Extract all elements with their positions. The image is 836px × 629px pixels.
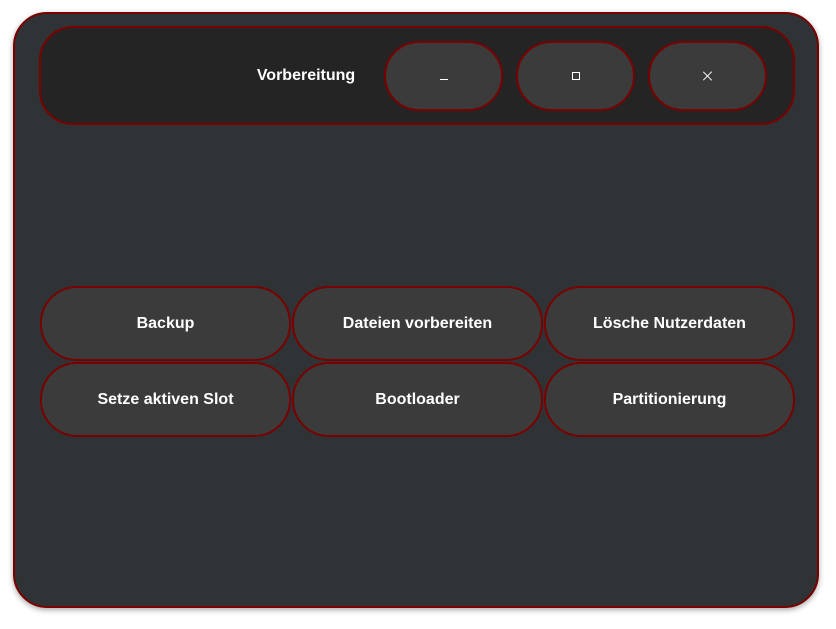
backup-button[interactable]: Backup [40,286,291,361]
set-active-slot-button[interactable]: Setze aktiven Slot [40,362,291,437]
close-button[interactable] [648,41,767,111]
title-bar: Vorbereitung [39,26,795,125]
maximize-icon [571,72,580,80]
bootloader-button[interactable]: Bootloader [292,362,543,437]
maximize-button[interactable] [516,41,635,111]
minimize-button[interactable] [384,41,503,111]
delete-user-data-button[interactable]: Lösche Nutzerdaten [544,286,795,361]
close-icon [703,71,713,81]
partitioning-button[interactable]: Partitionierung [544,362,795,437]
window-title: Vorbereitung [256,67,356,84]
prepare-files-button[interactable]: Dateien vorbereiten [292,286,543,361]
minimize-icon [439,78,448,80]
